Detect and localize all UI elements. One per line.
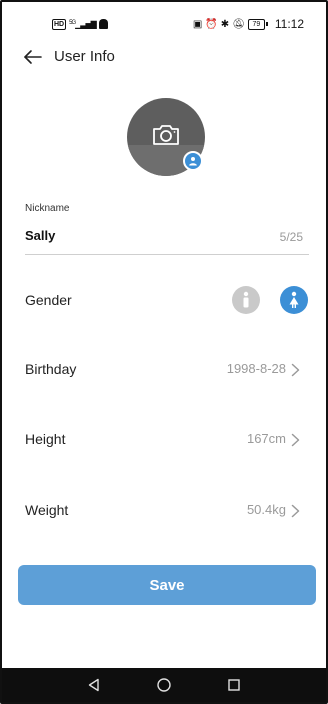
status-right: ▣ ⏰ ✱ 🔕︎ 79 11:12 xyxy=(193,17,304,31)
birthday-value: 1998-8-28 xyxy=(226,361,286,376)
back-arrow-icon[interactable] xyxy=(22,46,44,68)
gender-row: Gender xyxy=(2,280,326,320)
gender-male-button[interactable] xyxy=(232,286,260,314)
weight-row[interactable]: Weight 50.4kg xyxy=(2,490,326,530)
chevron-right-icon xyxy=(291,363,300,377)
circle-home-icon xyxy=(157,678,171,692)
mute-icon: 🔕︎ xyxy=(232,18,245,30)
page-title: User Info xyxy=(54,48,115,65)
user-icon xyxy=(183,151,203,171)
alarm-icon: ⏰ xyxy=(205,18,218,30)
height-label: Height xyxy=(25,431,66,447)
height-value: 167cm xyxy=(246,431,286,446)
birthday-row[interactable]: Birthday 1998-8-28 xyxy=(2,349,326,389)
battery-tip xyxy=(265,22,268,26)
square-recents-icon xyxy=(228,679,240,691)
save-button[interactable]: Save xyxy=(18,565,316,605)
weight-label: Weight xyxy=(25,502,69,518)
nav-recents-button[interactable] xyxy=(224,675,244,695)
triangle-back-icon xyxy=(88,678,99,692)
female-icon xyxy=(289,291,299,308)
chevron-right-icon xyxy=(291,433,300,447)
avatar-section xyxy=(127,98,205,176)
nickname-underline xyxy=(25,254,309,255)
nickname-label: Nickname xyxy=(25,203,70,214)
signal-label: 5G xyxy=(69,19,76,26)
notification-icon xyxy=(98,19,108,29)
weight-value: 50.4kg xyxy=(246,502,286,517)
birthday-label: Birthday xyxy=(25,361,77,377)
male-icon xyxy=(243,291,249,308)
nfc-icon: ▣ xyxy=(192,18,203,30)
hd-badge: HD xyxy=(52,18,67,30)
gender-female-button[interactable] xyxy=(280,286,308,314)
status-left: HD 5G▁▃▅▇ xyxy=(52,18,108,30)
nav-home-button[interactable] xyxy=(154,675,174,695)
phone-frame: HD 5G▁▃▅▇ ▣ ⏰ ✱ 🔕︎ 79 11:12 User Info Ni… xyxy=(0,0,328,704)
nav-back-button[interactable] xyxy=(84,675,104,695)
system-nav-bar xyxy=(2,668,326,702)
nickname-input[interactable] xyxy=(25,228,255,243)
nickname-char-counter: 5/25 xyxy=(279,230,303,244)
battery-level: 79 xyxy=(247,18,265,30)
page-header: User Info xyxy=(2,42,326,74)
height-row[interactable]: Height 167cm xyxy=(2,419,326,459)
chevron-right-icon xyxy=(291,504,300,518)
battery-icon: 79 xyxy=(247,18,268,30)
camera-icon xyxy=(153,125,179,145)
status-time: 11:12 xyxy=(274,17,304,31)
gender-label: Gender xyxy=(25,292,72,308)
signal-icon: 5G▁▃▅▇ xyxy=(69,19,97,29)
bluetooth-icon: ✱ xyxy=(220,18,230,30)
status-bar: HD 5G▁▃▅▇ ▣ ⏰ ✱ 🔕︎ 79 11:12 xyxy=(2,2,326,46)
